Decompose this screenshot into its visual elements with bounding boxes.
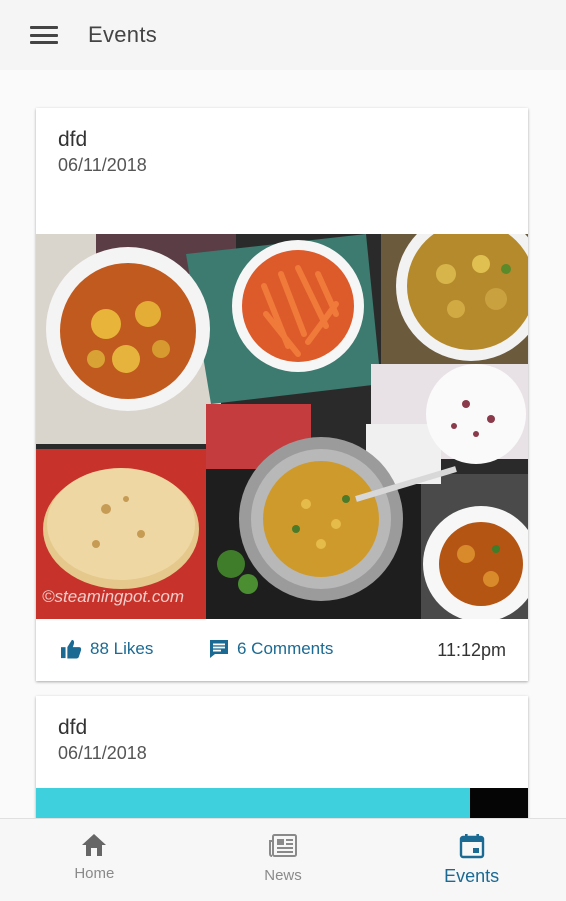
nav-events[interactable]: Events [377, 819, 566, 901]
post-date: 06/11/2018 [58, 743, 147, 763]
thumbs-up-icon [61, 639, 82, 659]
event-card[interactable]: dfd 06/11/2018 [36, 108, 528, 681]
post-actions: 88 Likes 6 Comments 11:12pm [36, 631, 528, 671]
nav-home[interactable]: Home [0, 819, 189, 901]
like-button[interactable]: 88 Likes [60, 639, 153, 659]
post-image-edge [470, 788, 528, 818]
events-feed[interactable]: dfd 06/11/2018 ©steamingpot.com 88 Likes… [0, 70, 566, 818]
nav-news[interactable]: News [189, 819, 378, 901]
bottom-navigation: Home News Events [0, 818, 566, 901]
post-image[interactable] [36, 788, 470, 818]
comments-count: 6 Comments [237, 639, 334, 658]
likes-count: 88 Likes [90, 639, 154, 658]
image-watermark: ©steamingpot.com [42, 587, 184, 606]
menu-icon[interactable] [30, 24, 58, 46]
page-title: Events [88, 22, 158, 47]
calendar-icon [459, 834, 484, 859]
newspaper-icon [269, 834, 297, 857]
event-card[interactable]: dfd 06/11/2018 [36, 696, 528, 818]
post-title: dfd [58, 716, 88, 739]
comment-icon [210, 640, 228, 658]
comments-button[interactable]: 6 Comments [209, 639, 333, 659]
nav-events-label: Events [444, 866, 500, 886]
home-icon [82, 834, 107, 856]
nav-news-label: News [264, 867, 302, 884]
post-date: 06/11/2018 [58, 155, 147, 175]
post-image[interactable]: ©steamingpot.com [36, 234, 528, 619]
nav-home-label: Home [74, 865, 115, 882]
post-title: dfd [58, 128, 88, 151]
post-time: 11:12pm [437, 640, 506, 660]
app-bar: Events [0, 0, 566, 70]
